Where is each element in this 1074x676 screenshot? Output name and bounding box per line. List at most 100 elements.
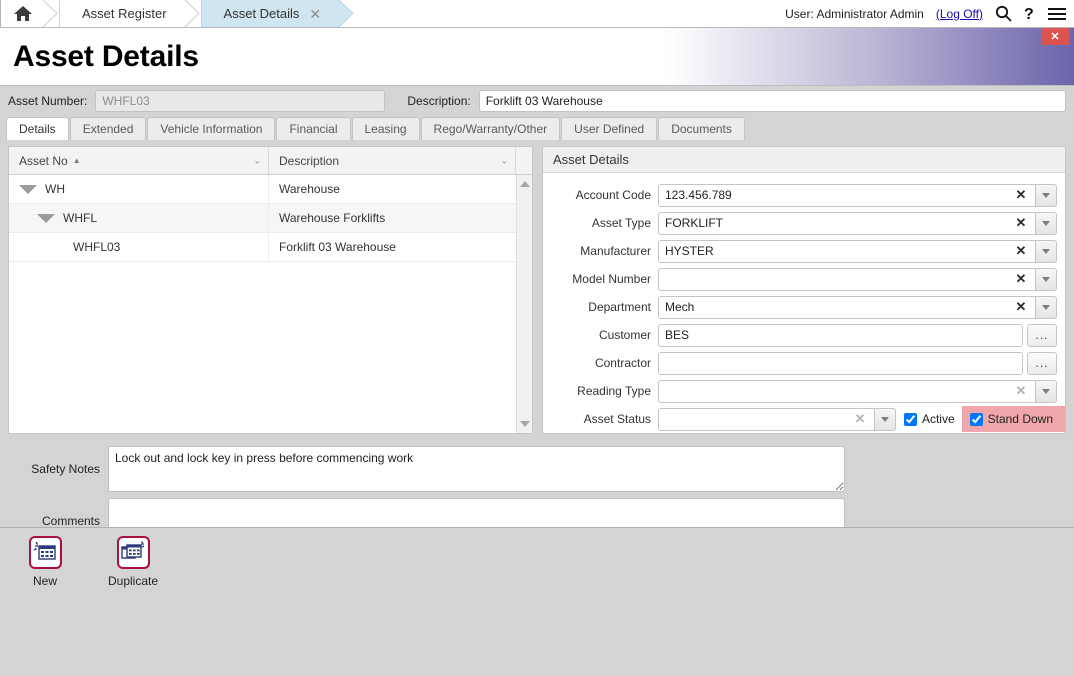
tab-rego-warranty-other[interactable]: Rego/Warranty/Other: [420, 117, 561, 140]
chevron-down-icon[interactable]: ⌄: [500, 155, 508, 166]
dropdown-arrow-icon[interactable]: [1035, 295, 1057, 319]
field-label: Account Code: [575, 188, 651, 202]
log-off-link[interactable]: (Log Off): [936, 7, 983, 21]
tab-user-defined[interactable]: User Defined: [561, 117, 658, 140]
model-number-input[interactable]: [658, 267, 1007, 291]
customer-input[interactable]: [658, 323, 1023, 347]
dropdown-arrow-icon[interactable]: [1035, 267, 1057, 291]
clear-icon[interactable]: ✕: [1007, 267, 1035, 291]
field-label: Asset Status: [583, 412, 651, 426]
hamburger-menu-icon[interactable]: [1048, 7, 1066, 21]
chevron-down-icon[interactable]: ⌄: [253, 155, 261, 166]
table-row[interactable]: WH Warehouse: [9, 175, 516, 204]
field-label: Contractor: [594, 356, 651, 370]
account-code-input[interactable]: [658, 183, 1007, 207]
breadcrumb-item-asset-details[interactable]: Asset Details ✕: [200, 0, 340, 27]
stand-down-checkbox[interactable]: [969, 412, 983, 426]
description-label: Description:: [407, 94, 471, 108]
safety-notes-textarea[interactable]: Lock out and lock key in press before co…: [108, 446, 845, 492]
current-user-label: User: Administrator Admin: [785, 6, 924, 21]
breadcrumb-close-icon[interactable]: ✕: [309, 7, 321, 21]
tab-documents[interactable]: Documents: [658, 117, 745, 140]
tab-leasing[interactable]: Leasing: [351, 117, 420, 140]
grid-cell-description: Forklift 03 Warehouse: [279, 240, 396, 254]
manufacturer-input[interactable]: [658, 239, 1007, 263]
expand-collapse-triangle-icon[interactable]: [37, 213, 55, 223]
tab-details[interactable]: Details: [6, 117, 69, 140]
action-toolbar: New Duplicate: [0, 527, 1074, 595]
tab-content-details: Asset No ▲ ⌄ Description ⌄ WH Warehouse …: [0, 140, 1074, 595]
field-row-asset-status: Asset Status ✕ Active Stand Down: [543, 405, 1065, 433]
field-label: Reading Type: [577, 384, 651, 398]
dropdown-arrow-icon[interactable]: [1035, 211, 1057, 235]
grid-cell-text: WHFL03: [73, 240, 121, 254]
contractor-input[interactable]: [658, 351, 1023, 375]
field-label: Manufacturer: [580, 244, 651, 258]
asset-number-label: Asset Number:: [8, 94, 88, 108]
grid-header-scroll-pad: [516, 147, 532, 174]
asset-type-input[interactable]: [658, 211, 1007, 235]
department-input[interactable]: [658, 295, 1007, 319]
asset-number-input[interactable]: [95, 90, 386, 112]
active-checkbox-wrapper[interactable]: Active: [903, 412, 955, 426]
scroll-up-arrow-icon[interactable]: [519, 181, 530, 187]
grid-column-description[interactable]: Description ⌄: [269, 147, 516, 174]
tab-extended[interactable]: Extended: [69, 117, 147, 140]
safety-notes-row: Safety Notes Lock out and lock key in pr…: [8, 446, 1066, 492]
close-window-button[interactable]: ✕: [1041, 28, 1069, 45]
tab-bar: Details Extended Vehicle Information Fin…: [0, 116, 1074, 140]
breadcrumb-item-asset-register[interactable]: Asset Register: [59, 0, 185, 27]
grid-body: WH Warehouse WHFL Warehouse Forklifts WH…: [9, 175, 532, 433]
field-label: Model Number: [572, 272, 651, 286]
page-title: Asset Details: [13, 39, 199, 73]
active-checkbox[interactable]: [903, 412, 917, 426]
dropdown-arrow-icon[interactable]: [1035, 379, 1057, 403]
new-button[interactable]: New: [14, 535, 76, 588]
customer-lookup-button[interactable]: ...: [1027, 323, 1057, 347]
breadcrumb-home-button[interactable]: [0, 0, 43, 27]
scroll-down-arrow-icon[interactable]: [519, 421, 530, 427]
grid-column-label: Asset No: [19, 153, 68, 168]
dropdown-arrow-icon[interactable]: [873, 407, 896, 431]
grid-cell-asset-no: WHFL: [9, 204, 269, 232]
stand-down-label: Stand Down: [987, 412, 1053, 426]
contractor-lookup-button[interactable]: ...: [1027, 351, 1057, 375]
duplicate-button-label: Duplicate: [107, 573, 159, 588]
grid-cell-asset-no: WH: [9, 175, 269, 203]
active-label: Active: [921, 412, 955, 426]
dropdown-arrow-icon[interactable]: [1035, 183, 1057, 207]
page-header: Asset Details ✕: [0, 28, 1074, 86]
stand-down-checkbox-wrapper[interactable]: Stand Down: [961, 406, 1065, 432]
duplicate-record-icon: [116, 535, 150, 569]
tab-financial[interactable]: Financial: [276, 117, 351, 140]
tab-vehicle-information[interactable]: Vehicle Information: [147, 117, 276, 140]
clear-icon[interactable]: ✕: [1007, 211, 1035, 235]
safety-notes-label: Safety Notes: [31, 462, 100, 476]
asset-status-input[interactable]: [658, 407, 846, 431]
grid-cell-description: Warehouse: [279, 182, 340, 196]
grid-header-row: Asset No ▲ ⌄ Description ⌄: [9, 147, 532, 175]
expand-collapse-triangle-icon[interactable]: [19, 184, 37, 194]
duplicate-button[interactable]: Duplicate: [102, 535, 164, 588]
clear-icon[interactable]: ✕: [1007, 183, 1035, 207]
search-icon[interactable]: [995, 5, 1012, 22]
clear-icon[interactable]: ✕: [1007, 379, 1035, 403]
dropdown-arrow-icon[interactable]: [1035, 239, 1057, 263]
help-icon[interactable]: ?: [1024, 5, 1036, 22]
asset-tree-grid: Asset No ▲ ⌄ Description ⌄ WH Warehouse …: [8, 146, 533, 434]
clear-icon[interactable]: ✕: [845, 407, 874, 431]
clear-icon[interactable]: ✕: [1007, 239, 1035, 263]
table-row[interactable]: WHFL Warehouse Forklifts: [9, 204, 516, 233]
description-input[interactable]: [478, 90, 1066, 112]
clear-icon[interactable]: ✕: [1007, 295, 1035, 319]
asset-details-panel: Asset Details Account Code ✕ Asset Type …: [542, 146, 1066, 434]
grid-vertical-scrollbar[interactable]: [516, 175, 532, 433]
field-row-manufacturer: Manufacturer ✕: [543, 237, 1057, 265]
details-form: Account Code ✕ Asset Type ✕: [543, 173, 1065, 433]
grid-cell-text: WH: [45, 182, 65, 196]
grid-column-asset-no[interactable]: Asset No ▲ ⌄: [9, 147, 269, 174]
reading-type-input[interactable]: [658, 379, 1007, 403]
table-row[interactable]: WHFL03 Forklift 03 Warehouse: [9, 233, 516, 262]
field-row-model-number: Model Number ✕: [543, 265, 1057, 293]
new-button-label: New: [32, 573, 57, 588]
